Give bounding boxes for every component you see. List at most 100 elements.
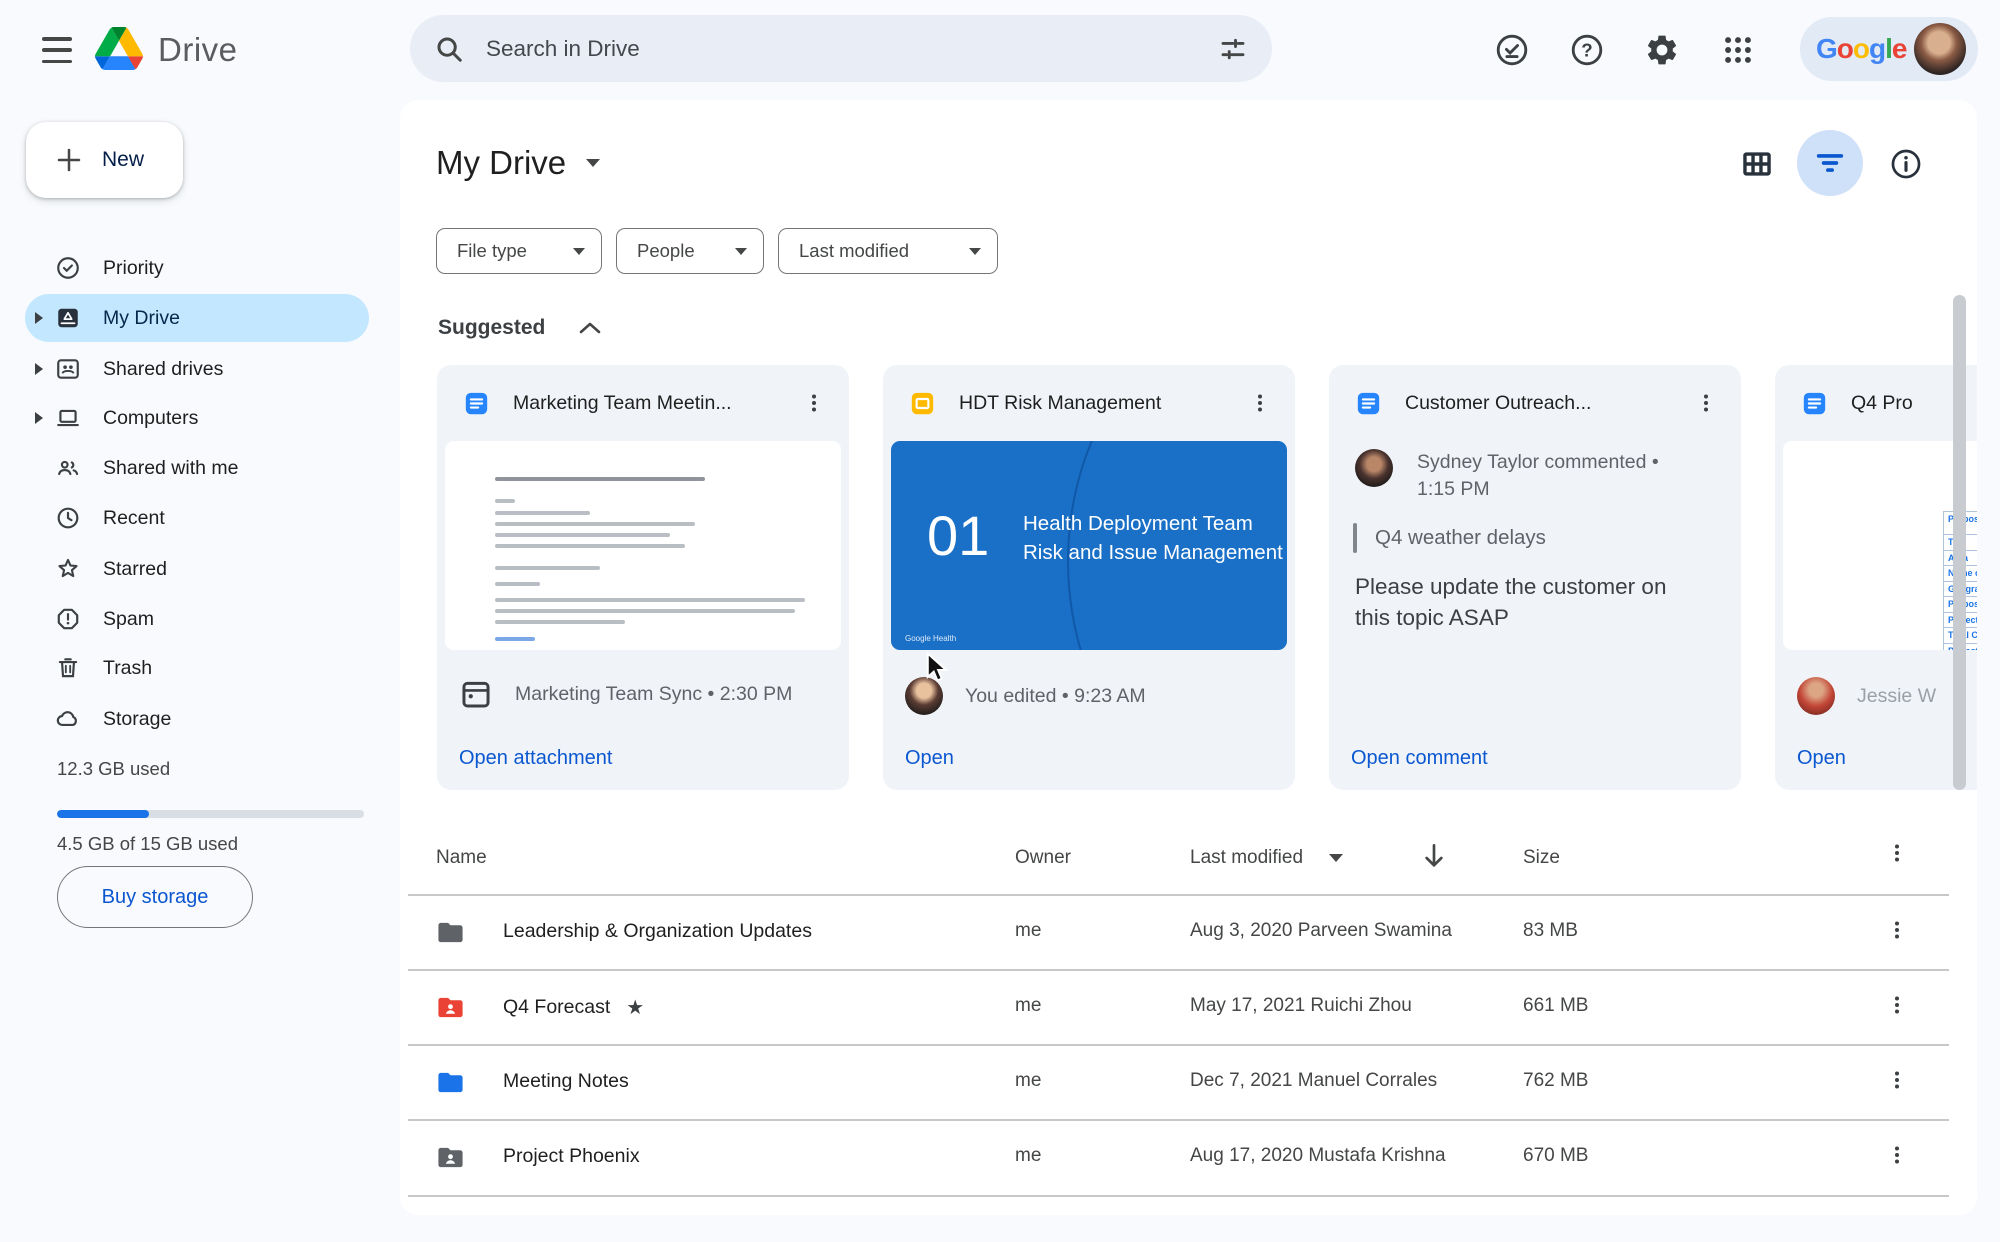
file-size: 670 MB: [1523, 1145, 1589, 1166]
shared-drives-icon: [57, 359, 79, 379]
more-options-icon[interactable]: [799, 388, 829, 418]
card-meta-text: Marketing Team Sync • 2:30 PM: [515, 682, 793, 705]
grid-view-toggle[interactable]: [1736, 143, 1778, 185]
sidebar-item-computers[interactable]: Computers: [25, 394, 369, 442]
file-name: Leadership & Organization Updates: [503, 920, 812, 942]
sidebar-item-trash[interactable]: Trash: [25, 644, 369, 692]
suggested-card-customer-outreach[interactable]: Customer Outreach... Sydney Taylor comme…: [1329, 365, 1741, 790]
more-options-icon[interactable]: [1882, 1140, 1912, 1170]
card-title: HDT Risk Management: [959, 391, 1162, 414]
folder-icon: [438, 1072, 463, 1093]
filter-list-button[interactable]: [1797, 130, 1863, 196]
file-modified: Aug 3, 2020 Parveen Swamina: [1190, 920, 1452, 941]
more-options-icon[interactable]: [1882, 1065, 1912, 1095]
open-link[interactable]: Open: [905, 747, 954, 770]
new-button-label: New: [102, 148, 145, 171]
suggested-section-toggle[interactable]: Suggested: [438, 316, 601, 340]
document-preview[interactable]: [445, 441, 841, 650]
sidebar-item-priority[interactable]: Priority: [25, 244, 369, 292]
commenter-name: Sydney Taylor commented •: [1417, 451, 1659, 473]
file-owner: me: [1015, 920, 1042, 941]
suggested-card-q4-proposal[interactable]: Q4 Pro Proposal date & vers Title Area N…: [1775, 365, 1977, 790]
google-apps-grid-icon[interactable]: [1718, 30, 1758, 70]
google-docs-icon: [465, 392, 488, 414]
offline-status-icon[interactable]: [1492, 30, 1532, 70]
divider: [408, 1195, 1949, 1197]
buy-storage-button[interactable]: Buy storage: [57, 866, 253, 928]
storage-detail-text: 4.5 GB of 15 GB used: [57, 833, 238, 854]
chevron-down-icon: [735, 247, 747, 255]
sidebar-item-recent[interactable]: Recent: [25, 494, 369, 542]
chevron-down-icon: [573, 247, 585, 255]
more-options-icon[interactable]: [1882, 990, 1912, 1020]
cloud-icon: [56, 711, 77, 727]
suggested-card-hdt-risk[interactable]: HDT Risk Management 01 Health Deployment…: [883, 365, 1295, 790]
filter-chip-last-modified[interactable]: Last modified: [778, 228, 998, 274]
sidebar-item-my-drive[interactable]: My Drive: [25, 294, 369, 342]
account-avatar[interactable]: [1914, 23, 1967, 75]
vertical-scrollbar[interactable]: [1953, 295, 1966, 790]
plus-icon: [57, 148, 81, 172]
column-header-name[interactable]: Name: [436, 847, 487, 869]
new-button[interactable]: New: [26, 122, 183, 198]
comment-attribution: Sydney Taylor commented • 1:15 PM: [1355, 449, 1659, 503]
folder-icon: [438, 922, 463, 943]
sidebar-item-spam[interactable]: Spam: [25, 595, 369, 643]
shared-folder-icon: [438, 1147, 463, 1168]
search-icon[interactable]: [434, 34, 464, 64]
column-header-size[interactable]: Size: [1523, 847, 1560, 869]
main-panel: My Drive File type People Last modified …: [400, 100, 1977, 1215]
sort-direction-arrow-icon[interactable]: [1418, 840, 1450, 872]
details-info-icon[interactable]: [1885, 143, 1927, 185]
hamburger-menu-icon[interactable]: [42, 37, 72, 63]
expand-caret-icon[interactable]: [35, 312, 43, 324]
google-drive-app: Drive Search in Drive ? Goo g l e New Pr…: [0, 0, 2000, 1242]
document-preview[interactable]: Proposal date & vers Title Area Name of …: [1783, 441, 1977, 650]
file-size: 83 MB: [1523, 920, 1578, 941]
trash-icon: [58, 658, 78, 678]
open-link[interactable]: Open: [1797, 747, 1846, 770]
open-comment-link[interactable]: Open comment: [1351, 747, 1488, 770]
page-title-dropdown[interactable]: My Drive: [436, 144, 601, 182]
card-meta-text: Jessie W: [1857, 684, 1937, 707]
file-row-leadership[interactable]: Leadership & Organization Updates me Aug…: [400, 895, 1977, 970]
file-name: Meeting Notes: [503, 1070, 629, 1092]
expand-caret-icon[interactable]: [35, 412, 43, 424]
filter-chip-file-type[interactable]: File type: [436, 228, 602, 274]
expand-caret-icon[interactable]: [35, 363, 43, 375]
table-options-icon[interactable]: [1882, 838, 1912, 868]
more-options-icon[interactable]: [1882, 915, 1912, 945]
sidebar-item-shared-drives[interactable]: Shared drives: [25, 345, 369, 393]
sidebar-item-storage[interactable]: Storage: [25, 695, 369, 743]
suggested-card-marketing[interactable]: Marketing Team Meetin... Marketing Team …: [437, 365, 849, 790]
comment-quote: Q4 weather delays: [1353, 523, 1546, 553]
starred-icon: ★: [626, 997, 645, 1019]
file-size: 762 MB: [1523, 1070, 1589, 1091]
my-drive-icon: [58, 308, 78, 328]
file-row-q4-forecast[interactable]: Q4 Forecast ★ me May 17, 2021 Ruichi Zhou…: [400, 970, 1977, 1045]
slide-footer-text: Google Health: [905, 634, 957, 643]
open-attachment-link[interactable]: Open attachment: [459, 747, 612, 770]
slide-preview[interactable]: 01 Health Deployment Team Risk and Issue…: [891, 441, 1287, 650]
search-input[interactable]: Search in Drive: [410, 15, 1272, 82]
card-title: Marketing Team Meetin...: [513, 391, 732, 414]
google-docs-icon: [1357, 392, 1380, 414]
file-owner: me: [1015, 995, 1042, 1016]
file-size: 661 MB: [1523, 995, 1589, 1016]
avatar: [905, 677, 943, 715]
filter-chip-people[interactable]: People: [616, 228, 764, 274]
more-options-icon[interactable]: [1691, 388, 1721, 418]
sidebar-item-shared-with-me[interactable]: Shared with me: [25, 444, 369, 492]
column-header-owner[interactable]: Owner: [1015, 847, 1071, 869]
column-header-last-modified[interactable]: Last modified: [1190, 847, 1344, 869]
file-modified: Dec 7, 2021 Manuel Corrales: [1190, 1070, 1438, 1091]
help-icon[interactable]: ?: [1567, 30, 1607, 70]
search-options-tune-icon[interactable]: [1218, 34, 1248, 64]
more-options-icon[interactable]: [1245, 388, 1275, 418]
file-row-meeting-notes[interactable]: Meeting Notes me Dec 7, 2021 Manuel Corr…: [400, 1045, 1977, 1120]
settings-gear-icon[interactable]: [1642, 30, 1682, 70]
account-pill[interactable]: Google: [1800, 17, 1978, 81]
app-name: Drive: [158, 31, 238, 68]
sidebar-item-starred[interactable]: Starred: [25, 545, 369, 593]
file-row-project-phoenix[interactable]: Project Phoenix me Aug 17, 2020 Mustafa …: [400, 1120, 1977, 1195]
